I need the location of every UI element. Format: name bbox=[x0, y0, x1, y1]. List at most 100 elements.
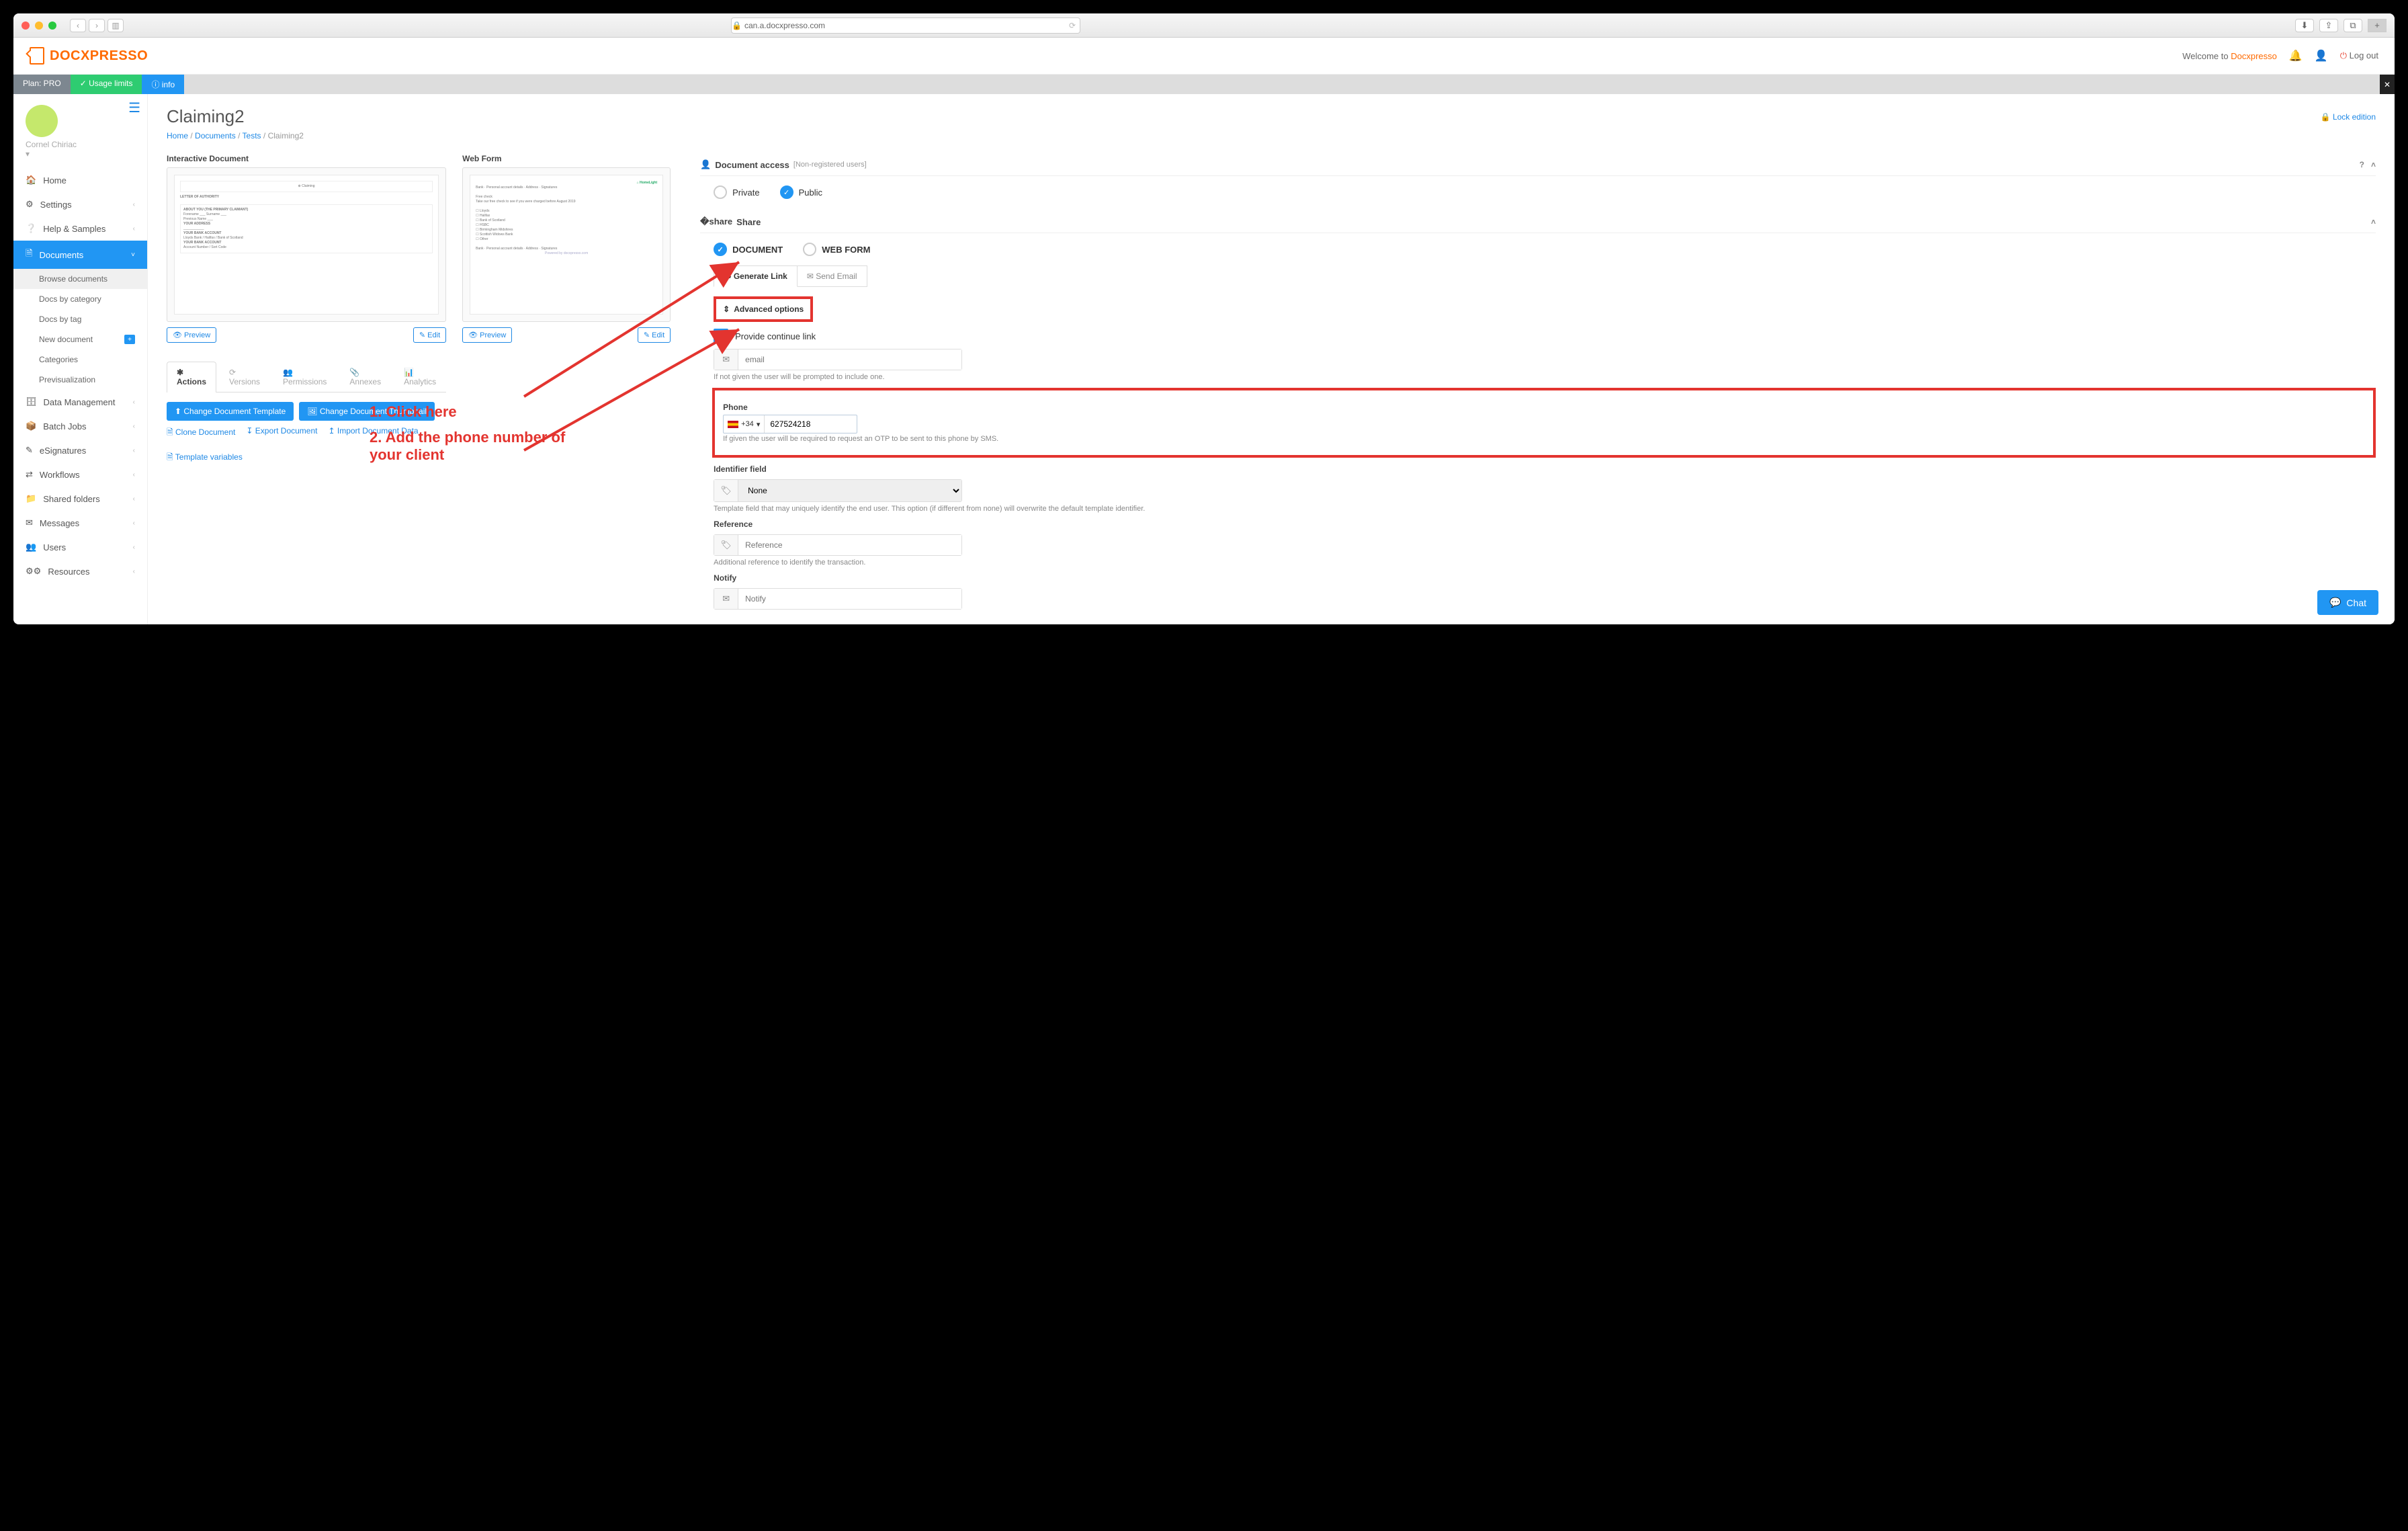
notify-label: Notify bbox=[714, 573, 2376, 583]
nav-settings[interactable]: ⚙ Settings‹ bbox=[13, 192, 147, 216]
generate-link-tab[interactable]: ‹/› Generate Link bbox=[714, 265, 798, 287]
logo-icon bbox=[30, 47, 44, 65]
sub-browse-documents[interactable]: Browse documents bbox=[13, 269, 147, 289]
sub-docs-by-category[interactable]: Docs by category bbox=[13, 289, 147, 309]
nav-shared-folders[interactable]: 📁 Shared folders‹ bbox=[13, 487, 147, 511]
welcome-text: Welcome to Docxpresso bbox=[2182, 51, 2277, 61]
share-document-option[interactable]: ✓ DOCUMENT bbox=[714, 243, 783, 256]
main-content: Claiming2 🔒 Lock edition Home / Document… bbox=[148, 94, 2395, 624]
user-icon[interactable]: 👤 bbox=[2315, 49, 2328, 63]
provide-continue-checkbox[interactable]: ✓ bbox=[714, 329, 728, 343]
edit-webform-button[interactable]: ✎ Edit bbox=[638, 327, 671, 343]
share-icon[interactable]: ⇪ bbox=[2319, 19, 2338, 32]
nav-documents[interactable]: 🗎 Documents˅ bbox=[13, 241, 147, 269]
interactive-doc-preview[interactable]: ⊕ Claiming LETTER OF AUTHORITY ABOUT YOU… bbox=[167, 167, 446, 322]
share-webform-option[interactable]: WEB FORM bbox=[803, 243, 870, 256]
logout-link[interactable]: ⏻ Log out bbox=[2340, 50, 2378, 61]
nav-batch-jobs[interactable]: 📦 Batch Jobs‹ bbox=[13, 414, 147, 438]
brand-logo[interactable]: DOCXPRESSO bbox=[30, 47, 148, 65]
radio-checked-icon: ✓ bbox=[780, 185, 793, 199]
sub-previsualization[interactable]: Previsualization bbox=[13, 370, 147, 390]
tab-permissions[interactable]: 👥 Permissions bbox=[273, 362, 337, 392]
new-tab-button[interactable]: + bbox=[2368, 19, 2386, 32]
hamburger-icon[interactable]: ☰ bbox=[128, 99, 140, 116]
nav-resources[interactable]: ⚙⚙ Resources‹ bbox=[13, 559, 147, 583]
phone-input-group[interactable]: +34 ▾ bbox=[723, 415, 857, 433]
plan-bar: Plan: PRO ✓ Usage limits ⓘ info ✕ bbox=[13, 75, 2395, 94]
tab-actions[interactable]: ✱ Actions bbox=[167, 362, 216, 392]
sub-categories[interactable]: Categories bbox=[13, 349, 147, 370]
email-hint: If not given the user will be prompted t… bbox=[714, 373, 2376, 381]
crumb-documents[interactable]: Documents bbox=[195, 131, 236, 140]
forward-button[interactable]: › bbox=[89, 19, 105, 32]
edit-interactive-button[interactable]: ✎ Edit bbox=[413, 327, 446, 343]
close-bar-button[interactable]: ✕ bbox=[2380, 75, 2395, 94]
share-header[interactable]: �share Share ˄ bbox=[700, 211, 2376, 233]
sub-new-document[interactable]: New document+ bbox=[13, 329, 147, 349]
nav-home[interactable]: 🏠 Home bbox=[13, 168, 147, 192]
crumb-tests[interactable]: Tests bbox=[243, 131, 261, 140]
nav-workflows[interactable]: ⇄ Workflows‹ bbox=[13, 462, 147, 487]
export-document-link[interactable]: ↧ Export Document bbox=[246, 426, 317, 440]
sub-docs-by-tag[interactable]: Docs by tag bbox=[13, 309, 147, 329]
window-minimize-dot[interactable] bbox=[35, 22, 43, 30]
refresh-icon[interactable]: ⟳ bbox=[1069, 21, 1080, 30]
back-button[interactable]: ‹ bbox=[70, 19, 86, 32]
collapse-icon[interactable]: ˄ bbox=[2371, 160, 2376, 169]
browser-titlebar: ‹ › ▥ 🔒 can.a.docxpresso.com ⟳ ⬇ ⇪ ⧉ + bbox=[13, 13, 2395, 38]
window-zoom-dot[interactable] bbox=[48, 22, 56, 30]
clone-document-link[interactable]: 🗎 Clone Document bbox=[167, 426, 235, 440]
welcome-brand-link[interactable]: Docxpresso bbox=[2231, 51, 2277, 61]
preview-webform-button[interactable]: 👁 Preview bbox=[462, 327, 512, 343]
country-selector[interactable]: +34 ▾ bbox=[724, 415, 765, 433]
url-text: can.a.docxpresso.com bbox=[744, 21, 825, 30]
crumb-home[interactable]: Home bbox=[167, 131, 188, 140]
tab-annexes[interactable]: 📎 Annexes bbox=[339, 362, 391, 392]
username-label[interactable]: Cornel Chiriac▾ bbox=[13, 140, 147, 168]
download-icon[interactable]: ⬇ bbox=[2295, 19, 2314, 32]
access-private-option[interactable]: Private bbox=[714, 185, 759, 199]
notify-input[interactable] bbox=[738, 589, 961, 609]
lock-edition-link[interactable]: 🔒 Lock edition bbox=[2321, 112, 2376, 122]
nav-help[interactable]: ❔ Help & Samples‹ bbox=[13, 216, 147, 241]
phone-label: Phone bbox=[723, 403, 2365, 412]
change-thumbnail-button[interactable]: 🖼 Change Document Thumbnail bbox=[299, 402, 435, 421]
preview-interactive-button[interactable]: 👁 Preview bbox=[167, 327, 216, 343]
web-form-label: Web Form bbox=[462, 154, 671, 163]
reference-input[interactable] bbox=[738, 535, 961, 555]
help-icon[interactable]: ? bbox=[2360, 160, 2364, 169]
change-template-button[interactable]: ⬆ Change Document Template bbox=[167, 402, 294, 421]
sidebar-toggle[interactable]: ▥ bbox=[108, 19, 124, 32]
web-form-preview[interactable]: ⌂ HomeLight Bank · Personal account deta… bbox=[462, 167, 671, 322]
tabs-icon[interactable]: ⧉ bbox=[2344, 19, 2362, 32]
tab-versions[interactable]: ⟳ Versions bbox=[219, 362, 270, 392]
reference-label: Reference bbox=[714, 520, 2376, 529]
phone-number-input[interactable] bbox=[765, 415, 845, 433]
collapse-share-icon[interactable]: ˄ bbox=[2371, 217, 2376, 226]
nav-data-management[interactable]: 🗄 Data Management‹ bbox=[13, 390, 147, 414]
lock-icon: 🔒 bbox=[732, 21, 742, 30]
tab-analytics[interactable]: 📊 Analytics bbox=[394, 362, 446, 392]
nav-messages[interactable]: ✉ Messages‹ bbox=[13, 511, 147, 535]
advanced-options-toggle[interactable]: ⇕ Advanced options bbox=[714, 296, 813, 322]
nav-users[interactable]: 👥 Users‹ bbox=[13, 535, 147, 559]
info-pill[interactable]: ⓘ info bbox=[142, 75, 184, 94]
chat-widget[interactable]: 💬 Chat bbox=[2317, 590, 2378, 615]
spain-flag-icon bbox=[728, 421, 738, 428]
reference-hint: Additional reference to identify the tra… bbox=[714, 558, 2376, 567]
radio-unchecked-icon bbox=[803, 243, 816, 256]
avatar[interactable] bbox=[26, 105, 58, 137]
bell-icon[interactable]: 🔔 bbox=[2289, 49, 2303, 63]
usage-limits-pill[interactable]: ✓ Usage limits bbox=[71, 75, 142, 94]
send-email-tab[interactable]: ✉ Send Email bbox=[798, 265, 867, 287]
nav-esignatures[interactable]: ✎ eSignatures‹ bbox=[13, 438, 147, 462]
window-close-dot[interactable] bbox=[22, 22, 30, 30]
url-bar[interactable]: 🔒 can.a.docxpresso.com ⟳ bbox=[731, 17, 1080, 34]
envelope-icon: ✉ bbox=[714, 349, 738, 370]
template-variables-link[interactable]: 🗎 Template variables bbox=[167, 451, 243, 465]
identifier-select[interactable]: None bbox=[738, 480, 961, 501]
continue-email-input[interactable] bbox=[738, 349, 961, 370]
access-public-option[interactable]: ✓ Public bbox=[780, 185, 822, 199]
document-access-header[interactable]: 👤 Document access [Non-registered users]… bbox=[700, 154, 2376, 176]
import-document-link[interactable]: ↥ Import Document Data bbox=[328, 426, 418, 440]
